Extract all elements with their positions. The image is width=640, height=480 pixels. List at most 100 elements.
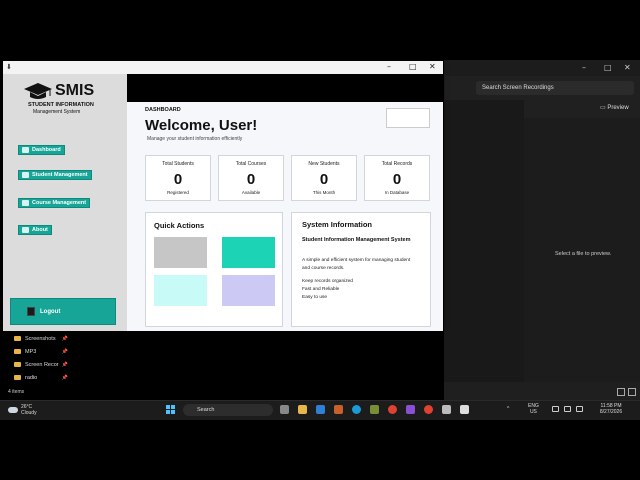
stat-label: New Students	[308, 161, 340, 167]
sidebar-item-label: About	[32, 227, 48, 233]
stat-sub: This Month	[312, 190, 336, 195]
quick-action-tile[interactable]	[222, 275, 275, 306]
close-icon[interactable]: ✕	[624, 63, 631, 72]
folder-icon	[14, 336, 21, 341]
stat-card-total-students: Total Students 0 Registered	[145, 155, 211, 201]
preview-label: Preview	[607, 105, 629, 111]
weather-widget[interactable]: 26°C Cloudy	[8, 404, 37, 416]
quick-action-tile[interactable]	[222, 237, 275, 268]
minimize-icon[interactable]: –	[387, 62, 391, 71]
tiles-view-icon[interactable]	[628, 388, 636, 396]
system-info-desc: and course records.	[302, 266, 345, 271]
chrome-icon[interactable]	[424, 405, 433, 414]
page-subtitle: Manage your student information efficien…	[147, 136, 243, 142]
pin-icon: 📌	[61, 374, 68, 381]
explorer-titlebar: – □ ✕	[444, 60, 640, 76]
nav-item-mp3[interactable]: MP3 📌	[4, 345, 68, 358]
app-icon[interactable]	[460, 405, 469, 414]
edge-icon[interactable]	[352, 405, 361, 414]
explorer-file-list[interactable]	[444, 100, 524, 400]
header-bar	[127, 74, 443, 102]
preview-button[interactable]: ▭ Preview	[600, 104, 629, 111]
chrome-icon[interactable]	[388, 405, 397, 414]
nav-item-screenshots[interactable]: Screenshots 📌	[4, 332, 68, 345]
user-box[interactable]	[386, 108, 430, 128]
maximize-icon[interactable]: □	[409, 62, 417, 71]
clock[interactable]: 11:58 PM 8/27/2026	[594, 403, 628, 415]
weather-text: 26°C Cloudy	[21, 404, 37, 416]
app-icon: ⬇	[6, 64, 12, 71]
details-view-icon[interactable]	[617, 388, 625, 396]
explorer-nav-pane: Screenshots 📌 MP3 📌 Screen Recor 📌 radio 📌	[4, 332, 68, 384]
graduation-cap-icon	[24, 83, 52, 99]
battery-icon[interactable]	[576, 406, 583, 412]
stat-label: Total Courses	[235, 161, 267, 167]
sidebar-item-course-management[interactable]: Course Management	[18, 198, 91, 208]
cloud-icon	[8, 407, 18, 413]
stat-label: Total Students	[162, 161, 194, 167]
windows-start-icon[interactable]	[166, 405, 175, 414]
sidebar-item-label: Student Management	[32, 172, 88, 178]
app-icon[interactable]	[442, 405, 451, 414]
stat-value: 0	[319, 171, 329, 188]
system-info-title: System Information	[302, 220, 373, 229]
preview-pane	[524, 118, 640, 400]
maximize-icon[interactable]: □	[604, 63, 612, 72]
stat-card-total-records: Total Records 0 In Database	[364, 155, 430, 201]
logo-subtitle: STUDENT INFORMATION	[28, 102, 94, 108]
logo: SMIS	[23, 82, 94, 100]
nav-item-screen-recordings[interactable]: Screen Recor 📌	[4, 358, 68, 371]
stat-value: 0	[173, 171, 183, 188]
select-file-message: Select a file to preview.	[555, 251, 612, 257]
quick-actions-title: Quick Actions	[154, 221, 205, 230]
system-info-subtitle: Student Information Management System	[302, 237, 411, 243]
close-icon[interactable]: ✕	[429, 62, 436, 71]
chevron-up-icon[interactable]: ^	[507, 406, 509, 412]
quick-action-tile[interactable]	[154, 237, 207, 268]
vscode-icon[interactable]	[316, 405, 325, 414]
minimize-icon[interactable]: –	[582, 63, 586, 72]
volume-icon[interactable]	[564, 406, 571, 412]
stat-card-new-students: New Students 0 This Month	[291, 155, 357, 201]
app-icon[interactable]	[334, 405, 343, 414]
date: 8/27/2026	[599, 409, 623, 415]
task-view-icon[interactable]	[280, 405, 289, 414]
system-information-panel: System Information Student Information M…	[291, 212, 431, 327]
nav-label: Screen Recor	[25, 361, 59, 368]
logout-button[interactable]: Logout	[10, 298, 116, 325]
stat-sub: Registered	[167, 190, 189, 195]
section-label: DASHBOARD	[145, 107, 181, 113]
page-title: Welcome, User!	[145, 117, 258, 134]
logout-label: Logout	[40, 308, 61, 315]
explorer-search-input[interactable]: Search Screen Recordings	[476, 81, 634, 95]
system-info-desc: A simple and efficient system for managi…	[302, 258, 411, 263]
quick-action-tile[interactable]	[154, 275, 207, 306]
sidebar-item-about[interactable]: About	[18, 225, 52, 235]
pin-icon: 📌	[61, 335, 68, 342]
system-info-bullet: Keep records organized	[302, 279, 353, 284]
info-icon	[22, 227, 29, 233]
stat-sub: In Database	[384, 190, 410, 195]
nav-item-radio[interactable]: radio 📌	[4, 371, 68, 384]
stat-card-total-courses: Total Courses 0 Available	[218, 155, 284, 201]
sidebar-item-label: Course Management	[32, 200, 87, 206]
wifi-icon[interactable]	[552, 406, 559, 412]
nav-label: radio	[25, 374, 38, 381]
app-icon[interactable]	[370, 405, 379, 414]
app-icon[interactable]	[406, 405, 415, 414]
taskbar-search[interactable]: Search	[183, 404, 273, 416]
sidebar-item-dashboard[interactable]: Dashboard	[18, 145, 65, 155]
stat-value: 0	[392, 171, 402, 188]
desktop: – □ ✕ Search Screen Recordings ▭ Preview…	[0, 0, 640, 480]
file-explorer-icon[interactable]	[298, 405, 307, 414]
keyboard-layout: US	[529, 409, 537, 415]
smis-window: ⬇ – □ ✕ SMIS STUDENT INFORMATION Managem…	[3, 61, 443, 331]
language-indicator[interactable]: ENG US	[528, 403, 539, 415]
items-count: 4 items	[8, 389, 25, 395]
system-info-bullet: Easy to use	[302, 295, 328, 300]
folder-icon	[14, 375, 21, 380]
sidebar-item-student-management[interactable]: Student Management	[18, 170, 92, 180]
books-icon	[22, 200, 29, 206]
system-info-bullet: Fast and Reliable	[302, 287, 340, 292]
nav-label: MP3	[25, 348, 37, 355]
